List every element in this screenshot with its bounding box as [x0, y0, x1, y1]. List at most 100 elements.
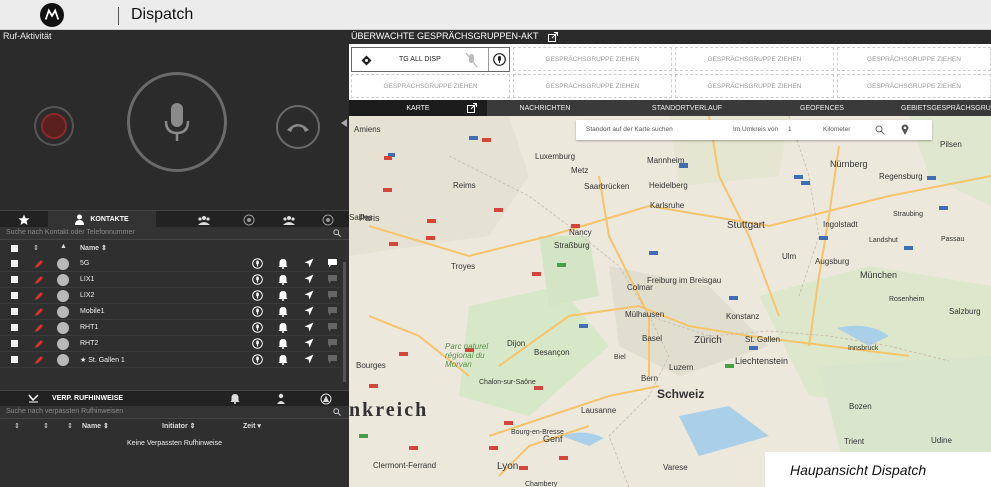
contact-row[interactable]: ★ St. Gallen 1: [0, 352, 340, 368]
sort-icon[interactable]: ⇕: [14, 422, 20, 430]
name-column-header[interactable]: Name ⇕: [80, 244, 107, 252]
tab-radio-groups-2[interactable]: [308, 211, 348, 228]
search-icon[interactable]: [875, 125, 885, 135]
location-arrow-icon[interactable]: [304, 290, 314, 300]
talkgroup-slot-empty[interactable]: GESPRÄCHSGRUPPE ZIEHEN: [837, 47, 991, 71]
tab-radio-groups[interactable]: [228, 211, 270, 228]
message-icon[interactable]: [327, 274, 338, 284]
row-checkbox[interactable]: [11, 292, 18, 299]
contact-row[interactable]: LIX2: [0, 288, 340, 304]
contact-row[interactable]: 5G: [0, 256, 340, 272]
tab-groups[interactable]: [180, 211, 228, 228]
location-arrow-icon[interactable]: [304, 338, 314, 348]
location-pin-icon[interactable]: [901, 124, 909, 135]
search-icon[interactable]: [333, 229, 341, 237]
ptt-mic-icon[interactable]: [252, 354, 263, 365]
contacts-search[interactable]: Suche nach Kontakt oder Telefonnummer: [0, 227, 349, 240]
emergency-button[interactable]: [34, 106, 74, 146]
push-to-talk-button[interactable]: [127, 72, 227, 172]
message-icon[interactable]: [327, 338, 338, 348]
ptt-mic-icon[interactable]: [493, 53, 506, 66]
ptt-mic-icon[interactable]: [252, 306, 263, 317]
missed-calls-tab-label[interactable]: VERP. RUFHINWEISE: [52, 395, 123, 402]
location-arrow-icon[interactable]: [304, 306, 314, 316]
contacts-search-input[interactable]: Suche nach Kontakt oder Telefonnummer: [6, 229, 135, 236]
row-checkbox[interactable]: [11, 324, 18, 331]
tab-geofences[interactable]: GEOFENCES: [777, 100, 867, 116]
tab-map[interactable]: KARTE: [349, 100, 487, 116]
tab-contacts[interactable]: KONTAKTE: [48, 211, 156, 228]
search-icon[interactable]: [333, 408, 341, 416]
map-view[interactable]: Standort auf der Karte suchen Im Umkreis…: [349, 116, 991, 487]
talkgroup-slot-empty[interactable]: GESPRÄCHSGRUPPE ZIEHEN: [513, 74, 672, 98]
location-arrow-icon[interactable]: [304, 258, 314, 268]
alert-bell-icon[interactable]: [278, 258, 288, 269]
radius-input[interactable]: 1: [788, 126, 792, 133]
edit-pen-icon[interactable]: [34, 275, 44, 285]
initiator-column-header[interactable]: Initiator ⇕: [162, 422, 195, 430]
contacts-scrollbar[interactable]: [343, 262, 346, 382]
alert-bell-icon[interactable]: [278, 338, 288, 349]
sort-icon[interactable]: ⇕: [67, 422, 73, 430]
talkgroup-slot-empty[interactable]: GESPRÄCHSGRUPPE ZIEHEN: [675, 47, 834, 71]
alert-bell-icon[interactable]: [278, 354, 288, 365]
talkgroup-slot-empty[interactable]: GESPRÄCHSGRUPPE ZIEHEN: [675, 74, 834, 98]
collapse-panel-handle[interactable]: [340, 116, 349, 130]
bell-icon[interactable]: [230, 393, 240, 404]
talkgroup-slot-empty[interactable]: GESPRÄCHSGRUPPE ZIEHEN: [837, 74, 991, 98]
message-icon[interactable]: [327, 258, 338, 268]
ptt-mic-icon[interactable]: [252, 290, 263, 301]
time-column-header[interactable]: Zeit ▾: [243, 422, 261, 430]
message-icon[interactable]: [327, 290, 338, 300]
row-checkbox[interactable]: [11, 260, 18, 267]
tab-area-talkgroups[interactable]: GEBIETSGESPRÄCHSGRU: [901, 100, 991, 116]
sort-icon[interactable]: ⇕: [43, 422, 49, 430]
missed-calls-search-input[interactable]: Suche nach verpassten Rufhinweisen: [6, 408, 123, 415]
select-all-checkbox[interactable]: [11, 245, 18, 252]
talkgroup-slot-empty[interactable]: GESPRÄCHSGRUPPE ZIEHEN: [513, 47, 672, 71]
tab-favorites[interactable]: [0, 211, 48, 228]
location-arrow-icon[interactable]: [304, 322, 314, 332]
message-icon[interactable]: [327, 354, 338, 364]
end-call-button[interactable]: [276, 105, 320, 149]
select-diamond-icon[interactable]: [361, 55, 372, 66]
message-icon[interactable]: [327, 322, 338, 332]
ptt-mic-icon[interactable]: [252, 322, 263, 333]
talkgroup-tile-active[interactable]: TG ALL DISP: [351, 47, 510, 72]
radius-unit-select[interactable]: Kilometer: [823, 126, 850, 133]
popout-icon[interactable]: [548, 32, 558, 42]
ptt-mic-icon[interactable]: [252, 338, 263, 349]
edit-pen-icon[interactable]: [34, 339, 44, 349]
ptt-mic-icon[interactable]: [252, 258, 263, 269]
row-checkbox[interactable]: [11, 276, 18, 283]
contact-row[interactable]: LIX1: [0, 272, 340, 288]
row-checkbox[interactable]: [11, 356, 18, 363]
popout-icon[interactable]: [467, 103, 477, 113]
tab-messages[interactable]: NACHRICHTEN: [497, 100, 593, 116]
row-checkbox[interactable]: [11, 308, 18, 315]
edit-pen-icon[interactable]: [34, 259, 44, 269]
alert-bell-icon[interactable]: [278, 274, 288, 285]
contact-row[interactable]: RHT1: [0, 320, 340, 336]
location-arrow-icon[interactable]: [304, 274, 314, 284]
message-icon[interactable]: [327, 306, 338, 316]
name-column-header[interactable]: Name ⇕: [82, 422, 109, 430]
contact-row[interactable]: Mobile1: [0, 304, 340, 320]
tab-groups-2[interactable]: [270, 211, 308, 228]
location-person-icon[interactable]: [276, 393, 286, 404]
sort-up-icon[interactable]: ▲: [60, 243, 67, 250]
edit-pen-icon[interactable]: [34, 323, 44, 333]
tab-location-history[interactable]: STANDORTVERLAUF: [639, 100, 735, 116]
map-search-input[interactable]: Standort auf der Karte suchen: [586, 126, 673, 133]
contact-row[interactable]: RHT2: [0, 336, 340, 352]
missed-calls-search[interactable]: Suche nach verpassten Rufhinweisen: [0, 406, 349, 419]
edit-pen-icon[interactable]: [34, 355, 44, 365]
alert-bell-icon[interactable]: [278, 290, 288, 301]
emergency-alert-icon[interactable]: [320, 393, 332, 405]
row-checkbox[interactable]: [11, 340, 18, 347]
edit-pen-icon[interactable]: [34, 291, 44, 301]
location-arrow-icon[interactable]: [304, 354, 314, 364]
ptt-mic-icon[interactable]: [252, 274, 263, 285]
sort-icon[interactable]: ⇕: [33, 244, 39, 252]
alert-bell-icon[interactable]: [278, 322, 288, 333]
